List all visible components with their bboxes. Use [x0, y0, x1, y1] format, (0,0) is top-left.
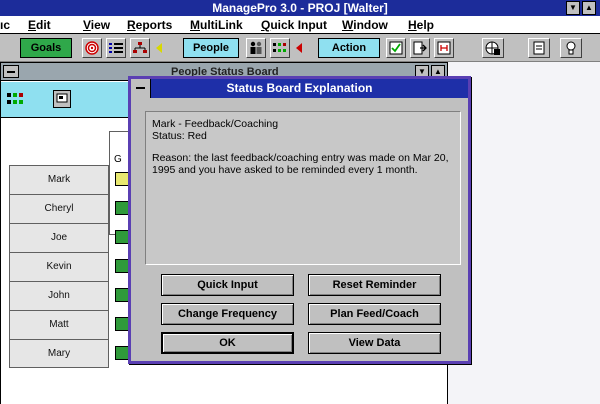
- title-bar: ManagePro 3.0 - PROJ [Walter] ▼ ▲: [0, 0, 600, 16]
- plan-feed-coach-button[interactable]: Plan Feed/Coach: [308, 303, 441, 325]
- dialog-title: Status Board Explanation: [226, 81, 373, 95]
- app-window: ManagePro 3.0 - PROJ [Walter] ▼ ▲ ıc Edi…: [0, 0, 600, 404]
- menu-view[interactable]: View: [83, 18, 110, 32]
- view-data-button[interactable]: View Data: [308, 332, 441, 354]
- window-title: ManagePro 3.0 - PROJ [Walter]: [212, 1, 388, 15]
- status-board-explanation-dialog: Status Board Explanation Mark - Feedback…: [128, 76, 471, 364]
- status-square[interactable]: [115, 317, 129, 331]
- person-row[interactable]: Cheryl: [9, 194, 109, 223]
- status-square[interactable]: [115, 230, 129, 244]
- toolbar: Goals People Action: [0, 34, 600, 62]
- status-square[interactable]: [115, 259, 129, 273]
- change-frequency-button[interactable]: Change Frequency: [161, 303, 294, 325]
- goal-tree-icon[interactable]: [130, 38, 150, 58]
- goal-list-icon[interactable]: [106, 38, 126, 58]
- target-icon[interactable]: [82, 38, 102, 58]
- people-icon[interactable]: [246, 38, 266, 58]
- explanation-status: Status: Red: [152, 130, 207, 142]
- status-square[interactable]: [115, 172, 129, 186]
- goals-arrow-icon[interactable]: [156, 43, 162, 53]
- menu-reports[interactable]: Reports: [127, 18, 172, 32]
- status-square[interactable]: [115, 201, 129, 215]
- person-row[interactable]: John: [9, 281, 109, 310]
- child-system-menu-button[interactable]: [3, 65, 19, 78]
- dialog-title-bar: Status Board Explanation: [131, 79, 468, 98]
- menu-multilink[interactable]: MultiLink: [190, 18, 243, 32]
- forward-doc-icon[interactable]: [410, 38, 430, 58]
- explanation-text-box: Mark - Feedback/Coaching Status: Red Rea…: [145, 111, 461, 265]
- menu-quick-input[interactable]: Quick Input: [261, 18, 327, 32]
- notepad-icon[interactable]: [528, 38, 550, 58]
- minimize-button[interactable]: ▼: [566, 1, 580, 15]
- ok-button[interactable]: OK: [161, 332, 294, 354]
- lightbulb-icon[interactable]: [560, 38, 582, 58]
- goals-button[interactable]: Goals: [20, 38, 72, 58]
- dialog-system-menu-button[interactable]: [131, 79, 151, 98]
- explanation-line1: Mark - Feedback/Coaching: [152, 118, 279, 130]
- reset-reminder-button[interactable]: Reset Reminder: [308, 274, 441, 296]
- quick-input-button[interactable]: Quick Input: [161, 274, 294, 296]
- menu-help[interactable]: Help: [408, 18, 434, 32]
- status-board-icon[interactable]: [270, 38, 290, 58]
- menu-edit[interactable]: Edit: [28, 18, 51, 32]
- view-icon[interactable]: [53, 90, 71, 108]
- people-arrow-icon[interactable]: [296, 43, 302, 53]
- checklist-icon[interactable]: [386, 38, 406, 58]
- timeline-icon[interactable]: [434, 38, 454, 58]
- person-row[interactable]: Joe: [9, 223, 109, 252]
- people-button[interactable]: People: [183, 38, 239, 58]
- menu-window[interactable]: Window: [342, 18, 388, 32]
- people-list: Mark Cheryl Joe Kevin John Matt Mary: [9, 165, 109, 368]
- menu-file[interactable]: ıc: [0, 18, 10, 32]
- status-square[interactable]: [115, 346, 129, 360]
- person-row[interactable]: Kevin: [9, 252, 109, 281]
- person-row[interactable]: Mary: [9, 339, 109, 368]
- status-square[interactable]: [115, 288, 129, 302]
- explanation-reason: Reason: the last feedback/coaching entry…: [152, 152, 449, 176]
- menu-bar: ıc Edit View Reports MultiLink Quick Inp…: [0, 16, 600, 34]
- globe-icon[interactable]: [482, 38, 504, 58]
- person-row[interactable]: Mark: [9, 165, 109, 194]
- maximize-button[interactable]: ▲: [582, 1, 596, 15]
- person-row[interactable]: Matt: [9, 310, 109, 339]
- status-board-icon[interactable]: [7, 92, 29, 111]
- action-button[interactable]: Action: [318, 38, 380, 58]
